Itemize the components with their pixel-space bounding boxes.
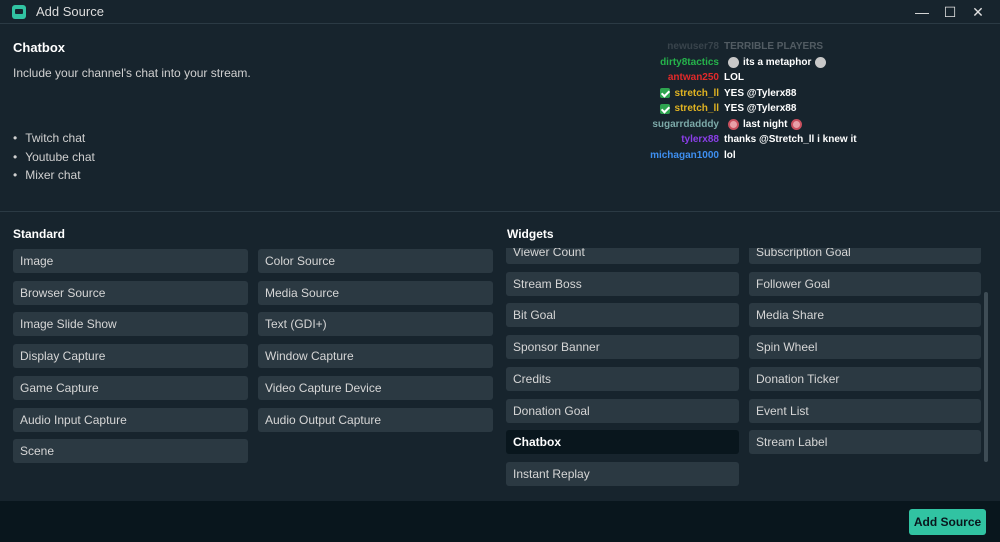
window-controls: — ☐ ✕ (908, 0, 992, 24)
chat-username: dirty8tactics (600, 57, 724, 68)
chat-username: stretch_ll (600, 88, 724, 99)
source-item-subscription-goal[interactable]: Subscription Goal (749, 248, 981, 264)
source-item-event-list[interactable]: Event List (749, 398, 981, 423)
chat-message: dirty8tactics its a metaphor (600, 55, 900, 71)
source-item-credits[interactable]: Credits (506, 366, 739, 391)
chat-message-text: thanks @Stretch_ll i knew it (724, 134, 857, 146)
feature-item: Mixer chat (13, 166, 95, 185)
standard-section-label: Standard (13, 227, 66, 241)
window-title: Add Source (36, 4, 104, 19)
maximize-icon[interactable]: ☐ (936, 0, 964, 24)
chat-text: last night (724, 118, 806, 130)
source-title: Chatbox (13, 40, 65, 55)
widgets-list: Viewer Count Stream Boss Bit Goal Sponsor B… (506, 248, 984, 488)
chat-message-text: last night (743, 118, 788, 130)
chat-text: YES @Tylerx88 (724, 103, 796, 114)
chat-message: stretch_ll YES @Tylerx88 (600, 86, 900, 102)
source-item-bit-goal[interactable]: Bit Goal (506, 303, 739, 328)
check-badge-icon (659, 103, 670, 114)
emote-icon (791, 118, 803, 130)
chat-message-text: YES @Tylerx88 (724, 87, 797, 99)
chat-username-text: stretch_ll (674, 87, 719, 99)
add-source-button[interactable]: Add Source (909, 509, 986, 535)
feature-item: Youtube chat (13, 148, 95, 167)
chat-message-text: YES @Tylerx88 (724, 103, 797, 115)
chat-username-text: dirty8tactics (660, 56, 719, 68)
chat-preview: newuser78 TERRIBLE PLAYERS dirty8tactics it… (600, 39, 900, 169)
emote-icon (815, 56, 827, 68)
emote-icon (728, 118, 739, 130)
source-item-audio-input-capture[interactable]: Audio Input Capture (13, 407, 248, 432)
source-item-window-capture[interactable]: Window Capture (258, 344, 493, 369)
chat-text: TERRIBLE PLAYERS (724, 41, 823, 52)
source-item-viewer-count[interactable]: Viewer Count (506, 248, 739, 264)
source-item-video-capture-device[interactable]: Video Capture Device (258, 375, 493, 400)
feature-list: Twitch chat Youtube chat Mixer chat (13, 129, 95, 185)
chat-username: antwan250 (600, 72, 724, 83)
chat-message: newuser78 TERRIBLE PLAYERS (600, 39, 900, 55)
source-item-donation-ticker[interactable]: Donation Ticker (749, 366, 981, 391)
emote-icon (728, 56, 739, 68)
source-item-text-gdi[interactable]: Text (GDI+) (258, 312, 493, 337)
chat-username-text: stretch_ll (674, 103, 719, 115)
source-item-follower-goal[interactable]: Follower Goal (749, 271, 981, 296)
widgets-scrollbar-thumb[interactable] (984, 292, 988, 462)
chat-message-text: its a metaphor (743, 56, 812, 68)
chat-message: tylerx88 thanks @Stretch_ll i knew it (600, 132, 900, 148)
chat-text: thanks @Stretch_ll i knew it (724, 134, 857, 145)
chat-text: YES @Tylerx88 (724, 88, 796, 99)
source-item-sponsor-banner[interactable]: Sponsor Banner (506, 335, 739, 360)
chat-message-text: TERRIBLE PLAYERS (724, 41, 824, 53)
widgets-section-label: Widgets (507, 227, 554, 241)
footer-bar: Add Source (0, 501, 1000, 542)
chat-message: michagan1000 lol (600, 148, 900, 164)
source-item-audio-output-capture[interactable]: Audio Output Capture (258, 407, 493, 432)
source-item-scene[interactable]: Scene (13, 439, 248, 464)
chat-username: newuser78 (600, 41, 724, 52)
check-badge-icon (659, 88, 670, 99)
chat-username-text: michagan1000 (650, 149, 719, 161)
source-item-game-capture[interactable]: Game Capture (13, 375, 248, 400)
source-item-chatbox[interactable]: Chatbox (506, 430, 739, 455)
title-bar: Add Source — ☐ ✕ (0, 0, 1000, 24)
close-icon[interactable]: ✕ (964, 0, 992, 24)
chat-message-text: LOL (724, 72, 744, 84)
source-item-image[interactable]: Image (13, 249, 248, 273)
chat-message: antwan250 LOL (600, 70, 900, 86)
source-item-display-capture[interactable]: Display Capture (13, 344, 248, 369)
source-item-color-source[interactable]: Color Source (258, 249, 493, 273)
minimize-icon[interactable]: — (908, 0, 936, 24)
chat-username-text: newuser78 (667, 41, 719, 53)
chat-message-text: lol (724, 149, 736, 161)
source-item-spin-wheel[interactable]: Spin Wheel (749, 335, 981, 360)
chat-text: lol (724, 150, 736, 161)
source-item-browser-source[interactable]: Browser Source (13, 280, 248, 305)
chat-text: its a metaphor (724, 56, 830, 68)
chat-text: LOL (724, 72, 744, 83)
chat-message: stretch_ll YES @Tylerx88 (600, 101, 900, 117)
source-subtitle: Include your channel's chat into your st… (13, 66, 251, 80)
source-item-donation-goal[interactable]: Donation Goal (506, 398, 739, 423)
source-item-image-slide-show[interactable]: Image Slide Show (13, 312, 248, 337)
app-logo-icon (12, 4, 26, 19)
chat-message: sugarrdadddy last night (600, 117, 900, 133)
chat-username: tylerx88 (600, 134, 724, 145)
chat-username-text: antwan250 (667, 72, 719, 84)
source-description-panel: Chatbox Include your channel's chat into… (0, 25, 1000, 212)
feature-item: Twitch chat (13, 129, 95, 148)
source-item-stream-boss[interactable]: Stream Boss (506, 271, 739, 296)
chat-username: michagan1000 (600, 150, 724, 161)
chat-username: stretch_ll (600, 103, 724, 114)
chat-username-text: tylerx88 (681, 134, 719, 146)
source-item-media-share[interactable]: Media Share (749, 303, 981, 328)
chat-username-text: sugarrdadddy (652, 118, 719, 130)
source-item-instant-replay[interactable]: Instant Replay (506, 461, 739, 486)
chat-username: sugarrdadddy (600, 119, 724, 130)
source-item-stream-label[interactable]: Stream Label (749, 430, 981, 455)
source-item-media-source[interactable]: Media Source (258, 280, 493, 305)
